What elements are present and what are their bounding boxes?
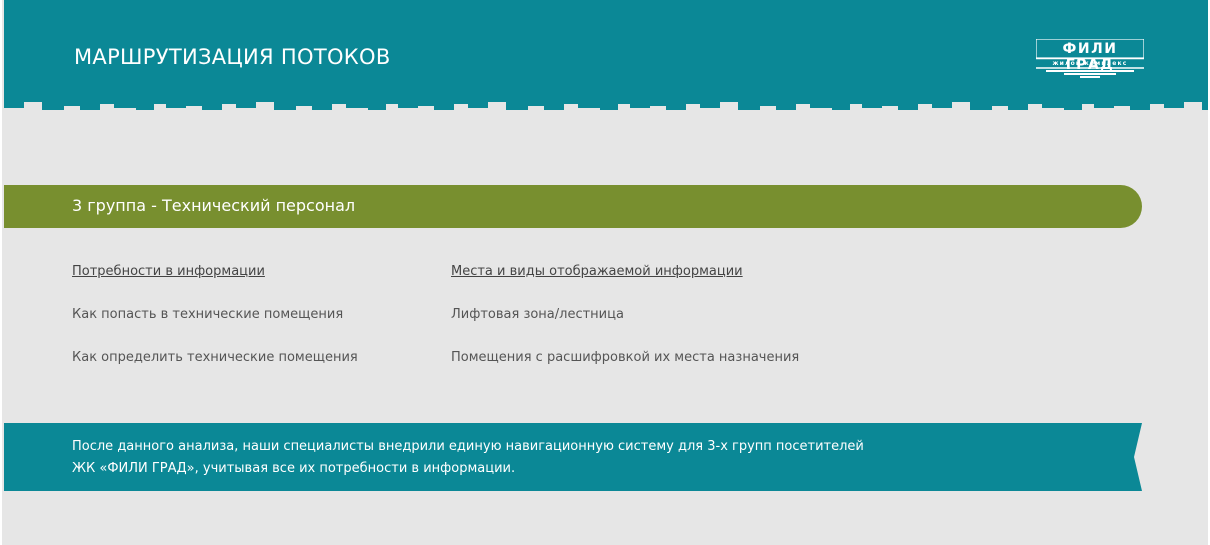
group-number: 3 группа [72,196,147,215]
summary-band: После данного анализа, наши специалисты … [4,423,1142,491]
column-header-needs: Потребности в информации [72,264,265,279]
group-band: 3 группа - Технический персонал [4,185,1142,228]
summary-line-2: ЖК «ФИЛИ ГРАД», учитывая все их потребно… [72,461,516,476]
group-title: 3 группа - Технический персонал [72,196,355,215]
fili-grad-logo: ФИЛИ ГРАД жилой комплекс [1036,39,1144,79]
logo-subtitle: жилой комплекс [1052,60,1128,67]
column-header-places: Места и виды отображаемой информации [451,264,743,279]
logo-name: ФИЛИ ГРАД [1062,41,1118,73]
table-cell: Лифтовая зона/лестница [451,307,624,322]
header-band: МАРШРУТИЗАЦИЯ ПОТОКОВ ФИЛИ ГРАД жилой ко… [4,0,1208,100]
summary-text: После данного анализа, наши специалисты … [72,436,1112,480]
summary-line-1: После данного анализа, наши специалисты … [72,439,864,454]
slide: МАРШРУТИЗАЦИЯ ПОТОКОВ ФИЛИ ГРАД жилой ко… [0,0,1210,545]
table-cell: Как попасть в технические помещения [72,307,344,322]
page-title: МАРШРУТИЗАЦИЯ ПОТОКОВ [74,45,391,69]
table-cell: Помещения с расшифровкой их места назнач… [451,350,800,365]
group-separator: - [146,196,162,215]
skyline-decoration [4,96,1208,110]
group-name: Технический персонал [161,196,356,215]
table-cell: Как определить технические помещения [72,350,358,365]
